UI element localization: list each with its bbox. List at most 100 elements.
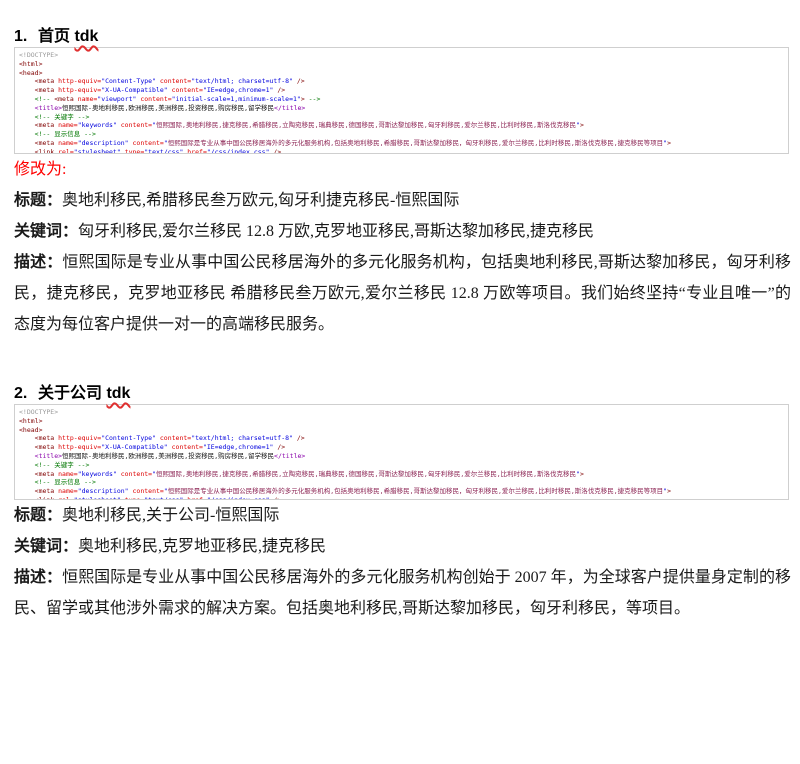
modify-label: 修改为: (14, 154, 791, 185)
code-segment: /> (293, 434, 305, 442)
code-segment: <head> (19, 69, 42, 77)
code-line: <meta http-equiv="X-UA-Compatible" conte… (19, 86, 788, 95)
code-line: <head> (19, 69, 788, 78)
section2-description-label: 描述： (14, 569, 62, 586)
code-line: <!-- 显示信息 --> (19, 478, 788, 487)
code-segment: <meta (19, 443, 58, 451)
code-segment: <title> (19, 452, 62, 460)
code-segment: <!-- 显示信息 --> (19, 478, 96, 486)
code-segment: content= (156, 434, 191, 442)
code-segment: > (667, 487, 671, 495)
code-segment: "viewport" (97, 95, 136, 103)
code-segment: </title> (274, 452, 305, 460)
code-line: <meta http-equiv="Content-Type" content=… (19, 434, 788, 443)
code-segment: content= (156, 77, 191, 85)
code-segment: name= (58, 121, 78, 129)
code-block-homepage-tdk: <!DOCTYPE><html><head> <meta http-equiv=… (14, 47, 789, 154)
code-segment: <!-- 关键字 --> (19, 113, 89, 121)
code-segment: <!-- 显示信息 --> (19, 130, 96, 138)
code-segment: "text/html; charset=utf-8" (191, 434, 293, 442)
code-segment: /> (293, 77, 305, 85)
code-segment: <meta (19, 77, 58, 85)
code-segment: <meta (19, 139, 58, 147)
code-segment: > (580, 121, 584, 129)
section2-title-line: 标题：奥地利移民,关于公司-恒熙国际 (14, 500, 791, 531)
code-segment: "description" (78, 487, 129, 495)
section1-title-value: 奥地利移民,希腊移民叁万欧元,匈牙利捷克移民-恒熙国际 (62, 192, 459, 209)
code-segment: name= (58, 470, 78, 478)
section1-heading-text: 首页 (38, 28, 74, 45)
code-segment: http-equiv= (58, 434, 101, 442)
code-segment: <meta (19, 434, 58, 442)
code-segment: "initial-scale=1,minimum-scale=1" (172, 95, 301, 103)
code-segment: /> (273, 86, 285, 94)
code-line: <!-- <meta name="viewport" content="init… (19, 95, 788, 104)
code-line: <meta name="description" content="恒熙国际是专… (19, 487, 788, 496)
code-segment: content= (136, 95, 171, 103)
document-page: 1.首页 tdk <!DOCTYPE><html><head> <meta ht… (0, 0, 800, 624)
section2-description-line: 描述：恒熙国际是专业从事中国公民移居海外的多元化服务机构创始于 2007 年，为… (14, 562, 791, 624)
code-segment: "IE=edge,chrome=1" (203, 443, 273, 451)
section1-keywords-label: 关键词： (14, 223, 78, 240)
code-segment: 恒熙国际-奥地利移民,欧洲移民,美洲移民,投资移民,购房移民,留学移民 (62, 104, 274, 112)
code-segment: </title> (274, 104, 305, 112)
section2-heading: 2.关于公司 tdk (14, 384, 791, 404)
code-segment: content= (129, 487, 164, 495)
code-segment: http-equiv= (58, 77, 101, 85)
code-segment: "keywords" (78, 121, 117, 129)
section1-heading-number: 1. (14, 27, 38, 47)
code-segment: 恒熙国际是专业从事中国公民移居海外的多元化服务机构,包括奥地利移民,希腊移民,哥… (168, 139, 663, 147)
code-segment: content= (129, 139, 164, 147)
code-segment: <meta (19, 470, 58, 478)
code-line: <!DOCTYPE> (19, 408, 788, 417)
code-segment: "description" (78, 139, 129, 147)
code-segment: <html> (19, 60, 42, 68)
section1-keywords-line: 关键词：匈牙利移民,爱尔兰移民 12.8 万欧,克罗地亚移民,哥斯达黎加移民,捷… (14, 216, 791, 247)
code-segment: <!-- (19, 95, 54, 103)
section1-keywords-value: 匈牙利移民,爱尔兰移民 12.8 万欧,克罗地亚移民,哥斯达黎加移民,捷克移民 (78, 223, 594, 240)
section2-keywords-label: 关键词： (14, 538, 78, 555)
code-segment: content= (117, 121, 152, 129)
code-segment: content= (168, 443, 203, 451)
code-segment: "IE=edge,chrome=1" (203, 86, 273, 94)
code-line: <html> (19, 60, 788, 69)
section2-heading-text: 关于公司 (38, 385, 106, 402)
code-line: <!-- 显示信息 --> (19, 130, 788, 139)
code-segment: 恒熙国际是专业从事中国公民移居海外的多元化服务机构,包括奥地利移民,希腊移民,哥… (168, 487, 663, 495)
code-segment: > (667, 139, 671, 147)
code-segment: <head> (19, 426, 42, 434)
code-segment: <!-- 关键字 --> (19, 461, 89, 469)
code-segment: 恒熙国际-奥地利移民,欧洲移民,美洲移民,投资移民,购房移民,留学移民 (62, 452, 274, 460)
code-segment: > (580, 470, 584, 478)
section1-heading-tdk: tdk (74, 28, 98, 45)
section2-title-value: 奥地利移民,关于公司-恒熙国际 (62, 507, 279, 524)
code-line: <!-- 关键字 --> (19, 461, 788, 470)
section1-title-line: 标题：奥地利移民,希腊移民叁万欧元,匈牙利捷克移民-恒熙国际 (14, 185, 791, 216)
code-segment: 恒熙国际,奥地利移民,捷克移民,希腊移民,立陶宛移民,瑞典移民,德国移民,哥斯达… (156, 121, 576, 129)
code-segment: "X-UA-Compatible" (101, 86, 168, 94)
section2-description-value: 恒熙国际是专业从事中国公民移居海外的多元化服务机构创始于 2007 年，为全球客… (14, 569, 791, 617)
code-line: <meta http-equiv="Content-Type" content=… (19, 77, 788, 86)
code-line: <!DOCTYPE> (19, 51, 788, 60)
section2-keywords-value: 奥地利移民,克罗地亚移民,捷克移民 (78, 538, 326, 555)
section2-keywords-line: 关键词：奥地利移民,克罗地亚移民,捷克移民 (14, 531, 791, 562)
code-segment: content= (117, 470, 152, 478)
code-line: <html> (19, 417, 788, 426)
code-segment: <meta (54, 95, 77, 103)
section2-heading-tdk: tdk (106, 385, 130, 402)
code-line: <meta name="keywords" content="恒熙国际,奥地利移… (19, 121, 788, 130)
code-line: <title>恒熙国际-奥地利移民,欧洲移民,美洲移民,投资移民,购房移民,留学… (19, 452, 788, 461)
code-segment: <!DOCTYPE> (19, 408, 58, 416)
section2-heading-number: 2. (14, 384, 38, 404)
code-segment: 恒熙国际,奥地利移民,捷克移民,希腊移民,立陶宛移民,瑞典移民,德国移民,哥斯达… (156, 470, 576, 478)
code-line: <meta name="keywords" content="恒熙国际,奥地利移… (19, 470, 788, 479)
code-line: <head> (19, 426, 788, 435)
code-segment: <!DOCTYPE> (19, 51, 58, 59)
code-line: <meta http-equiv="X-UA-Compatible" conte… (19, 443, 788, 452)
code-line: <meta name="description" content="恒熙国际是专… (19, 139, 788, 148)
code-segment: name= (58, 487, 78, 495)
code-segment: name= (58, 139, 78, 147)
code-segment: content= (168, 86, 203, 94)
section1-title-label: 标题： (14, 192, 62, 209)
section1-heading: 1.首页 tdk (14, 27, 791, 47)
